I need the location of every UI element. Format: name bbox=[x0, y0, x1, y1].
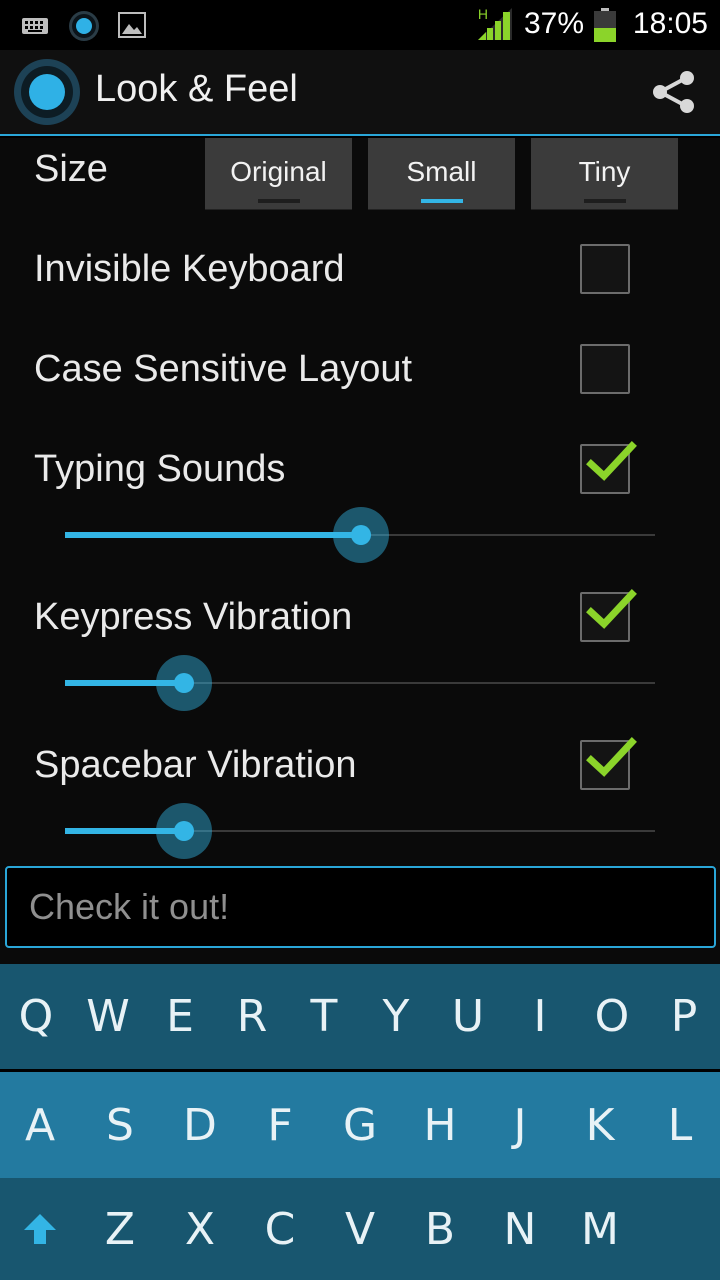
size-option-label: Small bbox=[406, 156, 477, 187]
key-f[interactable]: F bbox=[240, 1072, 320, 1178]
image-icon bbox=[118, 12, 146, 38]
size-label: Size bbox=[34, 148, 108, 190]
battery-icon bbox=[594, 8, 616, 42]
status-bar: H 37% 18:05 bbox=[0, 0, 720, 50]
battery-percent: 37% bbox=[523, 7, 584, 40]
test-text-input[interactable] bbox=[5, 866, 716, 948]
action-bar: Look & Feel bbox=[0, 50, 720, 136]
case-sensitive-layout-label: Case Sensitive Layout bbox=[34, 348, 413, 390]
check-icon bbox=[586, 589, 637, 629]
keypress-vibration-label: Keypress Vibration bbox=[34, 596, 353, 638]
key-c[interactable]: C bbox=[240, 1178, 320, 1280]
key-e[interactable]: E bbox=[144, 964, 216, 1069]
size-indicator bbox=[421, 199, 463, 203]
key-i[interactable]: I bbox=[504, 964, 576, 1069]
key-h[interactable]: H bbox=[400, 1072, 480, 1178]
check-icon bbox=[586, 737, 637, 777]
key-s[interactable]: S bbox=[80, 1072, 160, 1178]
keyboard: Q W E R T Y U I O P A S D F G H J K L Z … bbox=[0, 964, 720, 1280]
keypress-vibration-checkbox[interactable] bbox=[580, 589, 637, 642]
case-sensitive-layout-checkbox[interactable] bbox=[580, 344, 630, 394]
typing-sounds-checkbox[interactable] bbox=[580, 441, 637, 494]
key-t[interactable]: T bbox=[288, 964, 360, 1069]
signal-icon bbox=[478, 8, 512, 40]
size-option-small[interactable]: Small bbox=[368, 138, 515, 210]
size-indicator bbox=[584, 199, 626, 203]
key-o[interactable]: O bbox=[576, 964, 648, 1069]
size-option-label: Original bbox=[230, 156, 327, 187]
settings-list: Size Original Small Tiny Invisible Keybo… bbox=[0, 138, 720, 860]
spacebar-vibration-checkbox[interactable] bbox=[580, 737, 637, 790]
size-option-tiny[interactable]: Tiny bbox=[531, 138, 678, 210]
typing-sounds-slider[interactable] bbox=[65, 505, 655, 565]
key-m[interactable]: M bbox=[560, 1178, 640, 1280]
slider-thumb[interactable] bbox=[174, 673, 194, 693]
invisible-keyboard-checkbox[interactable] bbox=[580, 244, 630, 294]
key-q[interactable]: Q bbox=[0, 964, 72, 1069]
size-indicator bbox=[258, 199, 300, 203]
typing-sounds-label: Typing Sounds bbox=[34, 448, 286, 490]
key-n[interactable]: N bbox=[480, 1178, 560, 1280]
key-k[interactable]: K bbox=[560, 1072, 640, 1178]
key-p[interactable]: P bbox=[648, 964, 720, 1069]
slider-fill bbox=[65, 532, 364, 538]
test-input-area bbox=[0, 860, 720, 964]
keyboard-row-3: Z X C V B N M bbox=[0, 1178, 720, 1280]
clock: 18:05 bbox=[632, 7, 708, 40]
size-option-label: Tiny bbox=[578, 156, 631, 187]
slider-thumb[interactable] bbox=[174, 821, 194, 841]
spacebar-vibration-slider[interactable] bbox=[65, 801, 655, 861]
size-option-original[interactable]: Original bbox=[205, 138, 352, 210]
app-logo-icon[interactable] bbox=[14, 59, 80, 125]
key-z[interactable]: Z bbox=[80, 1178, 160, 1280]
share-icon[interactable] bbox=[650, 68, 698, 116]
key-r[interactable]: R bbox=[216, 964, 288, 1069]
app-notification-icon bbox=[69, 11, 99, 41]
slider-thumb[interactable] bbox=[351, 525, 371, 545]
key-g[interactable]: G bbox=[320, 1072, 400, 1178]
keyboard-row-2: A S D F G H J K L bbox=[0, 1072, 720, 1178]
key-l[interactable]: L bbox=[640, 1072, 720, 1178]
key-y[interactable]: Y bbox=[360, 964, 432, 1069]
keyboard-icon bbox=[22, 18, 48, 34]
keyboard-row-1: Q W E R T Y U I O P bbox=[0, 964, 720, 1069]
key-b[interactable]: B bbox=[400, 1178, 480, 1280]
keypress-vibration-slider[interactable] bbox=[65, 653, 655, 713]
key-x[interactable]: X bbox=[160, 1178, 240, 1280]
key-j[interactable]: J bbox=[480, 1072, 560, 1178]
spacebar-vibration-label: Spacebar Vibration bbox=[34, 744, 357, 786]
key-d[interactable]: D bbox=[160, 1072, 240, 1178]
key-a[interactable]: A bbox=[0, 1072, 80, 1178]
invisible-keyboard-label: Invisible Keyboard bbox=[34, 248, 345, 290]
key-u[interactable]: U bbox=[432, 964, 504, 1069]
page-title: Look & Feel bbox=[95, 68, 298, 110]
key-w[interactable]: W bbox=[72, 964, 144, 1069]
shift-arrow-icon bbox=[24, 1214, 56, 1244]
check-icon bbox=[586, 441, 637, 481]
shift-key[interactable] bbox=[0, 1178, 80, 1280]
key-v[interactable]: V bbox=[320, 1178, 400, 1280]
